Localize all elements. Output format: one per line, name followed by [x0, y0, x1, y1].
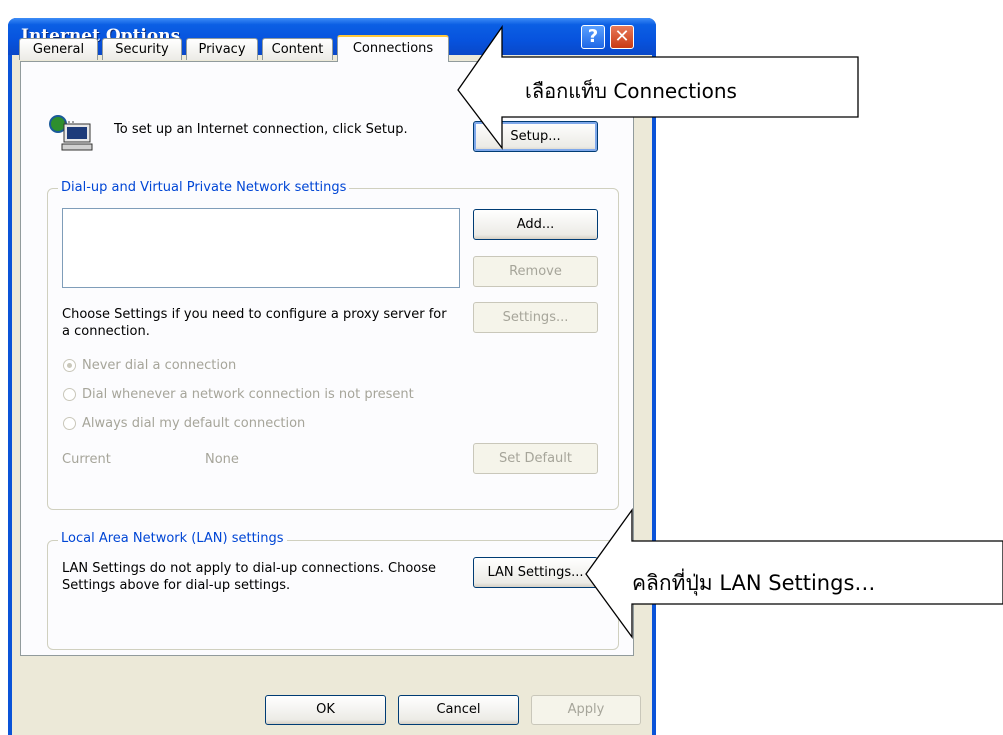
current-label: Current	[62, 452, 111, 467]
tab-content[interactable]: Content	[262, 38, 333, 60]
tab-connections[interactable]: Connections	[337, 35, 449, 62]
tab-general[interactable]: General	[19, 38, 98, 60]
dialup-group-legend: Dial-up and Virtual Private Network sett…	[58, 180, 350, 195]
proxy-settings-description: Choose Settings if you need to configure…	[62, 307, 447, 339]
radio-always-dial[interactable]	[63, 417, 76, 430]
help-button[interactable]: ?	[581, 25, 605, 49]
set-default-button[interactable]: Set Default	[473, 443, 598, 474]
dialup-settings-button[interactable]: Settings...	[473, 302, 598, 333]
setup-button[interactable]: Setup...	[473, 121, 598, 152]
radio-dial-whenever-label: Dial whenever a network connection is no…	[82, 387, 414, 402]
radio-dial-whenever[interactable]	[63, 388, 76, 401]
radio-never-dial-label: Never dial a connection	[82, 358, 237, 373]
radio-never-dial[interactable]	[63, 359, 76, 372]
tab-security[interactable]: Security	[102, 38, 182, 60]
radio-always-dial-label: Always dial my default connection	[82, 416, 306, 431]
cancel-button[interactable]: Cancel	[398, 695, 519, 725]
apply-button[interactable]: Apply	[531, 695, 641, 725]
current-value: None	[205, 452, 239, 467]
tab-privacy[interactable]: Privacy	[186, 38, 258, 60]
lan-description: LAN Settings do not apply to dial-up con…	[62, 561, 437, 593]
ok-button[interactable]: OK	[265, 695, 386, 725]
close-button[interactable]: ✕	[610, 25, 634, 49]
remove-button[interactable]: Remove	[473, 256, 598, 287]
add-button[interactable]: Add...	[473, 209, 598, 240]
connections-listbox[interactable]	[62, 208, 460, 288]
lan-settings-button[interactable]: LAN Settings...	[473, 557, 598, 588]
setup-description: To set up an Internet connection, click …	[114, 122, 408, 137]
lan-group-legend: Local Area Network (LAN) settings	[58, 531, 287, 546]
lan-callout-text: คลิกที่ปุ่ม LAN Settings…	[632, 571, 876, 595]
tab-callout-text: เลือกแท็บ Connections	[525, 79, 737, 103]
network-computer-icon	[49, 115, 93, 151]
